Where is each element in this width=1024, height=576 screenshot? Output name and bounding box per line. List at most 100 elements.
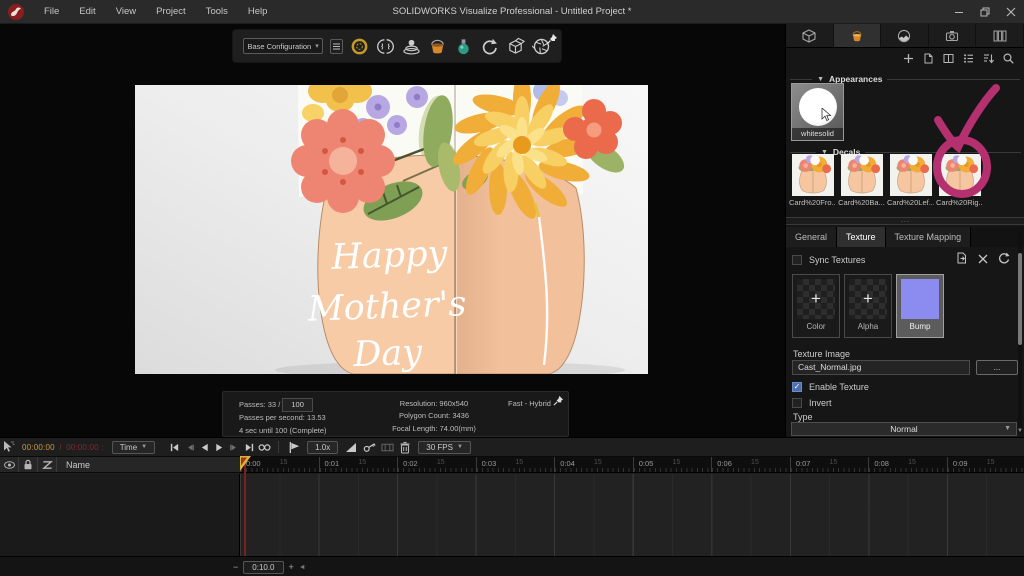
select-tool-icon[interactable] [2,440,16,454]
configuration-dropdown[interactable]: Base Configuration▾ [243,38,323,54]
configuration-menu-button[interactable] [330,39,343,54]
browse-button[interactable]: ... [976,360,1018,375]
total-timecode: 00:00:00 [66,443,99,452]
step-back-button[interactable] [182,440,197,454]
tab-models[interactable] [786,24,834,47]
passes-label: Passes: 33 / [239,400,280,409]
name-column-header[interactable]: Name [57,460,90,470]
type-dropdown[interactable]: Normal ▼ [791,422,1017,436]
menu-item[interactable]: Edit [69,0,105,24]
delete-texture-icon[interactable] [978,251,988,269]
sort-icon[interactable] [983,53,994,64]
render-canvas[interactable]: Happy Mother's Day [135,85,648,374]
tab-cameras[interactable] [929,24,977,47]
timeline-ruler[interactable]: 0:00 15 0:01 15 0:02 15 0:03 15 0:04 15 [240,456,1024,473]
trash-icon[interactable] [398,440,412,454]
appearance-item-whitesolid[interactable]: whitesolid [791,83,844,141]
skip-to-end-button[interactable] [242,440,257,454]
menu-item[interactable]: Help [238,0,278,24]
viewport-3d[interactable]: Base Configuration▾ [0,24,785,437]
resolution-value: Resolution: 960x540 [374,398,494,410]
ease-ramp-icon[interactable] [344,440,358,454]
panel-splitter[interactable]: ... [786,217,1024,225]
alpha-channel-swatch[interactable]: + Alpha [844,274,892,338]
visibility-column-icon[interactable] [0,457,19,472]
bump-channel-swatch[interactable]: Bump [896,274,944,338]
lock-column-icon[interactable] [19,457,38,472]
loop-button[interactable] [257,440,272,454]
sync-textures-checkbox[interactable] [792,255,802,265]
minimize-button[interactable] [946,0,972,24]
import-file-icon[interactable] [923,53,934,64]
fps-dropdown[interactable]: 30 FPS▼ [418,441,471,454]
menu-item[interactable]: View [106,0,146,24]
ruler-second-label: 0:03 [482,459,497,468]
animation-filter-icon[interactable] [38,457,57,472]
key-icon[interactable] [362,440,376,454]
split-compare-icon[interactable] [376,35,395,57]
time-mode-value: Time [120,443,137,452]
enable-texture-checkbox[interactable]: ✓ [792,382,802,392]
scrollbar-down-arrow[interactable]: ▼ [1017,428,1023,434]
split-columns-icon[interactable] [943,53,954,64]
passes-per-second: Passes per second: 13.53 [239,412,374,424]
pin-icon[interactable] [546,32,558,50]
tab-appearances[interactable] [834,24,882,47]
zoom-in-button[interactable]: + [289,562,294,572]
play-button[interactable] [212,440,227,454]
refresh-icon[interactable] [480,35,499,57]
ruler-second-cell: 0:07 15 [790,457,869,472]
play-reverse-button[interactable] [197,440,212,454]
step-forward-button[interactable] [227,440,242,454]
turntable-icon[interactable] [402,35,421,57]
filmstrip-icon[interactable] [380,440,394,454]
list-view-icon[interactable] [963,53,974,64]
timecode-separator: / [59,443,61,452]
render-target-icon[interactable] [350,35,369,57]
project-box-icon[interactable] [506,35,525,57]
ruler-half-label: 15 [673,459,681,466]
search-icon[interactable] [1003,53,1014,64]
close-button[interactable] [998,0,1024,24]
decal-thumbnail[interactable]: Card%20Fro... [789,154,836,210]
current-timecode: 00:00:00 [22,443,55,452]
panel-scrollbar[interactable] [1018,231,1022,433]
decal-thumbnail[interactable]: Card%20Rig... [936,154,983,210]
tab-environments[interactable] [881,24,929,47]
tab-general[interactable]: General [786,227,837,247]
spray-paint-icon[interactable] [454,35,473,57]
restore-button[interactable] [972,0,998,24]
menu-item[interactable]: File [34,0,69,24]
zoom-out-button[interactable]: − [233,562,238,572]
export-texture-icon[interactable] [956,251,968,269]
playback-speed-field[interactable]: 1.0x [307,441,338,454]
skip-to-start-button[interactable] [167,440,182,454]
scroll-left-arrow[interactable]: ◄ [299,564,306,571]
type-dropdown-value: Normal [890,424,917,434]
decal-thumbnail[interactable]: Card%20Ba... [838,154,885,210]
visible-range-field[interactable]: 0:10.0 [243,561,283,574]
menu-item[interactable]: Tools [196,0,238,24]
passes-limit-field[interactable]: 100 [282,398,313,412]
sync-textures-label: Sync Textures [809,255,865,265]
decal-label: Card%20Ba... [838,198,885,207]
reload-texture-icon[interactable] [998,251,1010,269]
pin-icon[interactable] [553,395,564,410]
timecode-suffix: : [101,443,103,452]
time-mode-dropdown[interactable]: Time▼ [112,441,155,454]
render-mode: Fast - Hybrid [508,398,556,410]
texture-image-field[interactable]: Cast_Normal.jpg [792,360,970,375]
paint-bucket-icon[interactable] [428,35,447,57]
tab-texture-mapping[interactable]: Texture Mapping [886,227,972,247]
playhead-marker[interactable] [240,456,252,477]
color-channel-swatch[interactable]: + Color [792,274,840,338]
add-icon[interactable] [903,53,914,64]
decal-thumbnail[interactable]: Card%20Lef... [887,154,934,210]
ramp-flag-icon[interactable] [287,440,301,454]
tab-texture[interactable]: Texture [837,227,886,247]
ruler-second-cell: 0:04 15 [554,457,633,472]
menu-item[interactable]: Project [146,0,196,24]
ruler-half-label: 15 [515,459,523,466]
invert-checkbox[interactable] [792,398,802,408]
tab-renders[interactable] [976,24,1024,47]
